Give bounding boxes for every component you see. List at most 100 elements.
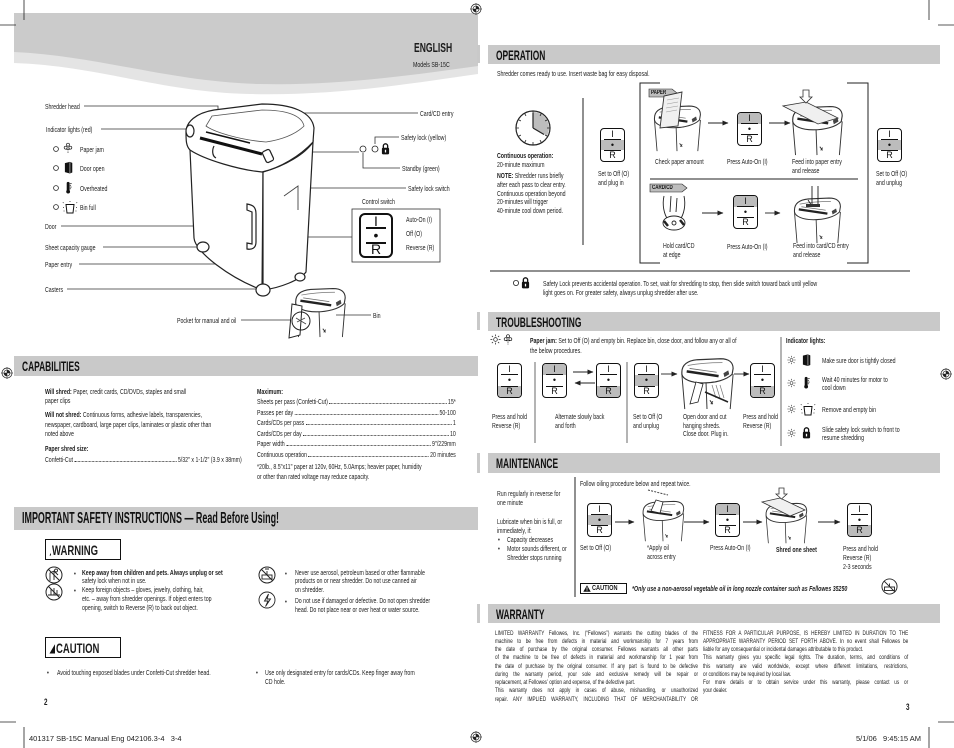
- spec-value: 9"/229mm: [432, 439, 456, 448]
- switch-position-rev: R: [597, 386, 620, 397]
- step-caption: Press Auto-On (I): [710, 543, 751, 552]
- label-shredder-head: Shredder head: [45, 101, 80, 111]
- text-line: Feed into card/CD entry: [793, 241, 849, 250]
- rocker-switch-icon: I • R: [497, 363, 522, 398]
- light-on-icon: [787, 355, 796, 365]
- step-caption: *Apply oil across entry: [647, 543, 676, 561]
- maintenance-header: MAINTENANCE: [488, 453, 940, 473]
- warning-label: WARNING: [52, 541, 99, 558]
- no-aerosol-icon: [258, 566, 276, 584]
- will-not-shred-line: Will not shred: Continuous forms, adhesi…: [45, 410, 202, 419]
- label-safety-lock-yellow: Safety lock (yellow): [401, 132, 447, 142]
- switch-position-off: •: [747, 123, 752, 134]
- will-not-shred-text: Continuous forms, adhesive labels, trans…: [82, 410, 202, 419]
- text-line: Reverse (R): [492, 420, 521, 430]
- text-line: Reverse (R): [743, 420, 772, 430]
- safety-lock-description: Safety Lock prevents accidental operatio…: [543, 279, 817, 298]
- switch-position-off: •: [601, 139, 624, 151]
- paper-jam-line: Paper jam: Set to Off (O) and empty bin.…: [530, 336, 737, 345]
- indicator-light-text: Make sure door is tightly closed: [822, 356, 896, 365]
- text-line: For more details or to obtain service un…: [703, 679, 909, 686]
- warning-item-aerosol: Never use aerosol, petroleum based or ot…: [295, 568, 425, 595]
- text-line: Avoid touching exposed blades under Conf…: [57, 667, 211, 677]
- label-off: Off (O): [406, 228, 422, 238]
- spec-value: 5/32" x 1-1/2" (3.9 x 38mm): [177, 455, 242, 464]
- bullet: •: [74, 568, 76, 578]
- section-title: OPERATION: [496, 47, 546, 63]
- spec-row: Continuous operation 20 minutes: [257, 450, 456, 459]
- indicator-light-dots: [53, 146, 59, 210]
- text-line: the date of purchase by the original con…: [495, 646, 699, 653]
- shred-size-label: Paper shred size:: [45, 444, 89, 453]
- switch-position-off: •: [743, 206, 748, 217]
- spec-name: Paper width: [257, 439, 285, 448]
- spec-value: 1: [452, 418, 456, 427]
- text-line: Reverse (R): [843, 553, 872, 562]
- will-shred-text-cont: paper clips: [45, 396, 71, 405]
- text-line: Motor sounds different, or: [507, 543, 567, 553]
- text-line: opening, switch to Reverse (R) to back o…: [82, 602, 198, 612]
- section-title: WARRANTY: [496, 606, 545, 622]
- text-line: resume shredding: [822, 432, 865, 442]
- switch-position-on: I: [498, 364, 521, 375]
- step-caption: Feed into card/CD entry and release: [793, 241, 849, 259]
- print-job-label: 401317 SB-15C Manual Eng 042106.3-4 3-4: [29, 734, 182, 743]
- light-on-icon: [787, 428, 796, 438]
- text-line: and plug in: [598, 178, 624, 187]
- will-not-shred-label: Will not shred:: [45, 410, 82, 419]
- switch-position-rev: R: [738, 134, 761, 145]
- warning-label-box: WARNING: [45, 539, 121, 560]
- page-edge-tab: [477, 453, 480, 473]
- text-line: and unplug: [876, 178, 902, 187]
- bin-full-icon: [62, 200, 78, 214]
- light-on-icon: [787, 378, 796, 388]
- label-casters: Casters: [45, 284, 64, 294]
- text-line: repair. ANY IMPLIED WARRANTY, INCLUDING …: [495, 695, 699, 703]
- bullet: •: [498, 534, 500, 544]
- step-caption: Alternate slowly back and forth: [555, 412, 604, 430]
- section-title: IMPORTANT SAFETY INSTRUCTIONS — Read Bef…: [22, 510, 280, 527]
- paper-jam-text: the below procedures.: [530, 346, 582, 355]
- switch-position-rev: R: [498, 386, 521, 397]
- switch-position-off: •: [725, 514, 730, 525]
- text-line: Close door. Plug in.: [683, 429, 729, 438]
- switch-position-off: •: [606, 375, 611, 385]
- warning-triangle-icon: [583, 585, 591, 592]
- spec-name: Continuous operation: [257, 449, 307, 459]
- rocker-switch-icon: I • R: [587, 503, 612, 537]
- label-door-open: Door open: [80, 163, 105, 173]
- warranty-paragraph: This warranty gives you specific legal r…: [703, 654, 908, 679]
- step-caption: Press Auto-On (I): [727, 242, 768, 251]
- text-line: during the warranty period, your sole an…: [495, 670, 699, 678]
- switch-position-rev: R: [716, 525, 739, 536]
- caution-label-box: CAUTION: [580, 583, 627, 594]
- text-line: or conditions may be required by local l…: [703, 670, 792, 678]
- section-title: TROUBLESHOOTING: [496, 314, 582, 330]
- spec-row: Passes per day 50-100: [257, 408, 456, 417]
- spec-name: Confetti-Cut: [45, 455, 74, 464]
- text-line: Capacity decreases: [507, 534, 554, 544]
- warranty-column-right: FITNESS FOR A PARTICULAR PURPOSE, IS HER…: [703, 630, 908, 696]
- light-on-icon: [787, 404, 796, 414]
- spec-value: 10: [449, 428, 456, 438]
- lock-icon: [521, 277, 530, 289]
- light-on-icon: [490, 334, 501, 345]
- rocker-switch-icon: I • R: [542, 363, 567, 398]
- switch-position-off: •: [635, 375, 658, 386]
- operation-header: OPERATION: [488, 45, 940, 64]
- switch-position-off: •: [878, 139, 901, 151]
- label-card-cd-entry: Card/CD entry: [420, 108, 454, 118]
- spec-row: Sheets per pass (Confetti-Cut) 15*: [257, 397, 456, 406]
- switch-position-rev: R: [543, 386, 566, 397]
- text-line: cool down: [822, 382, 846, 392]
- step-caption: Press and hold Reverse (R): [492, 412, 527, 430]
- oil-caution-text: *Only use a non-aerosol vegetable oil in…: [632, 583, 848, 593]
- standby-light-indicator: [359, 145, 367, 153]
- switch-position-on: I: [716, 504, 739, 515]
- safety-instructions-header: IMPORTANT SAFETY INSTRUCTIONS — Read Bef…: [14, 507, 478, 530]
- continuous-operation-value: 20-minute maximum: [497, 160, 545, 169]
- maintenance-note: Run regularly in reverse for one minute: [497, 489, 560, 507]
- continuous-operation-label: Continuous operation:: [497, 151, 554, 160]
- will-shred-label: Will shred:: [45, 387, 72, 396]
- text-line: Press and hold: [843, 544, 879, 553]
